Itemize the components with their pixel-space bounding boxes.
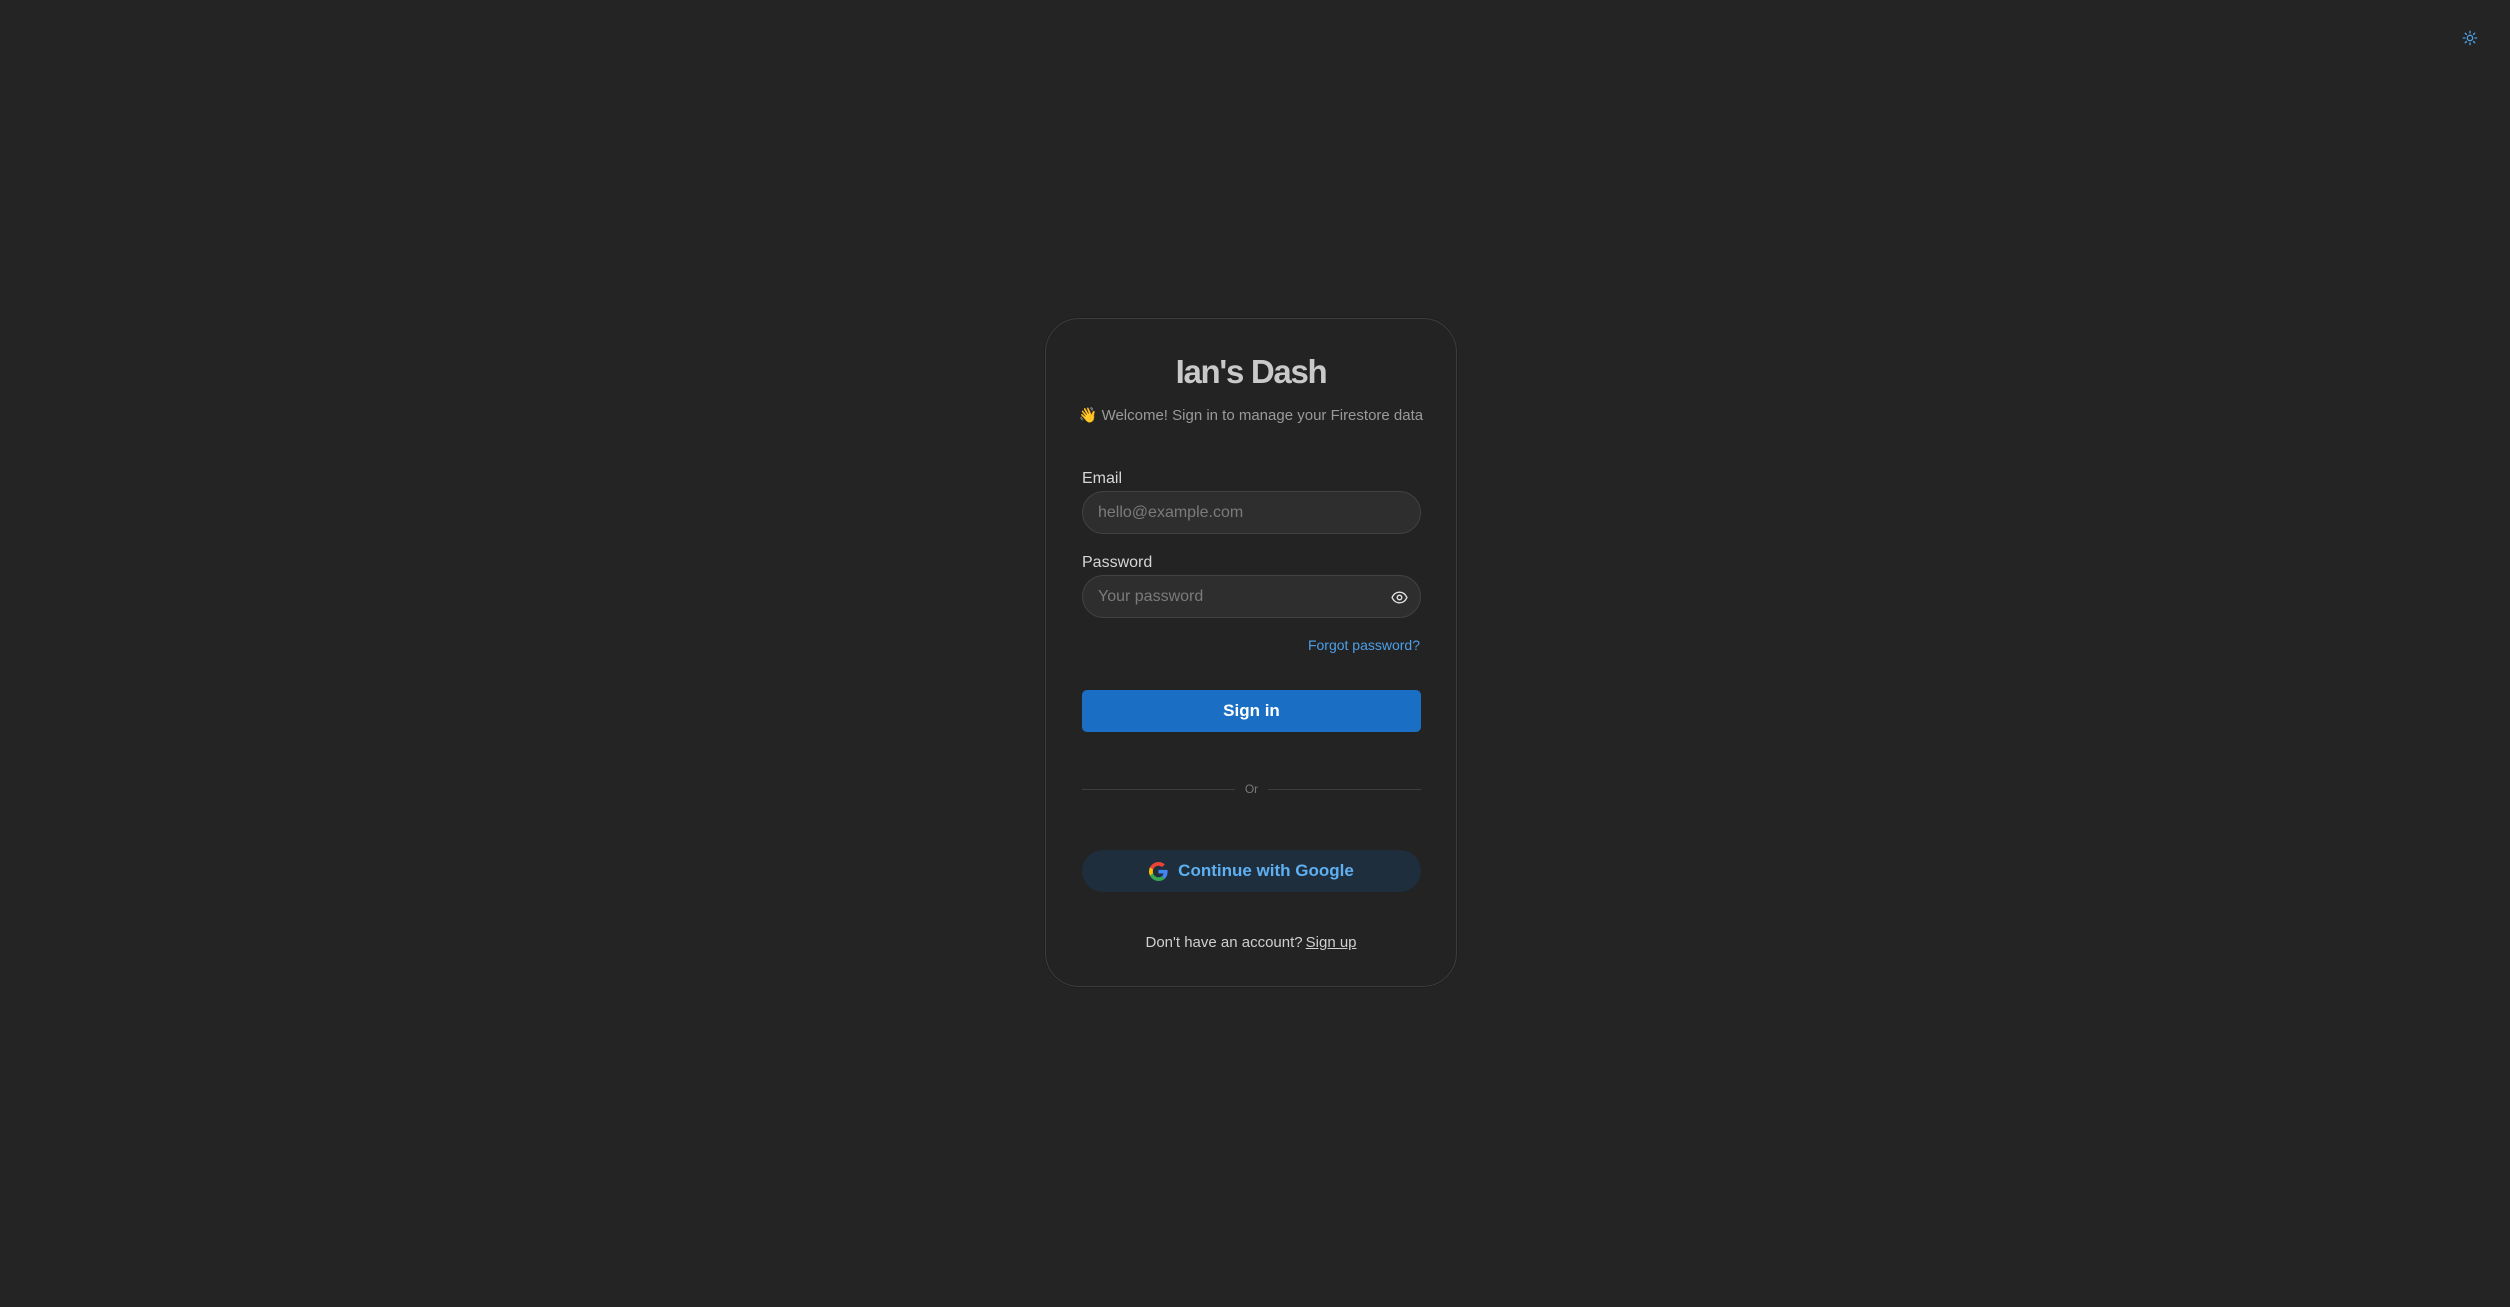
divider-line-left [1082, 788, 1235, 790]
signup-prompt-text: Don't have an account? [1145, 934, 1303, 951]
password-label: Password [1082, 554, 1153, 571]
google-logo-icon [1149, 861, 1168, 881]
email-field-wrapper [1082, 491, 1421, 534]
show-password-toggle[interactable] [1384, 582, 1414, 612]
google-button-label: Continue with Google [1178, 861, 1354, 880]
email-label: Email [1082, 470, 1123, 487]
sun-icon [2462, 30, 2478, 46]
app-title: Ian's Dash [1175, 353, 1328, 390]
login-card: Ian's Dash 👋 Welcome! Sign in to manage y… [1045, 318, 1457, 987]
signup-prompt: Don't have an account? Sign up [1046, 935, 1456, 950]
divider-line-right [1268, 788, 1421, 790]
divider-text: Or [1244, 782, 1259, 796]
continue-with-google-button[interactable]: Continue with Google [1082, 850, 1421, 892]
password-input[interactable] [1083, 576, 1420, 617]
welcome-subtitle: 👋 Welcome! Sign in to manage your Firesto… [1046, 408, 1456, 423]
theme-toggle-button[interactable] [2455, 23, 2485, 53]
or-divider: Or [1082, 782, 1421, 796]
waving-hand-icon: 👋 [1078, 407, 1098, 424]
login-page: Ian's Dash 👋 Welcome! Sign in to manage y… [0, 0, 2510, 1307]
sign-in-button[interactable]: Sign in [1082, 690, 1421, 732]
sign-up-link[interactable]: Sign up [1306, 934, 1357, 951]
eye-icon [1390, 590, 1408, 604]
password-field-wrapper [1082, 575, 1421, 618]
forgot-password-link[interactable]: Forgot password? [1308, 638, 1420, 652]
welcome-text: Welcome! Sign in to manage your Firestor… [1101, 407, 1424, 424]
email-input[interactable] [1083, 492, 1420, 533]
